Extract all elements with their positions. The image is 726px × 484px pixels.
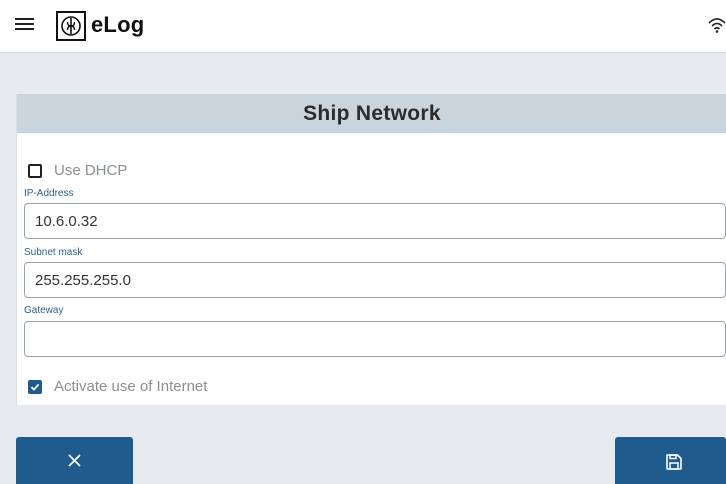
save-button[interactable]: [615, 437, 726, 484]
hamburger-menu-icon[interactable]: [15, 15, 34, 31]
ip-address-label: IP-Address: [24, 188, 74, 199]
use-dhcp-checkbox[interactable]: Use DHCP: [28, 162, 127, 179]
gateway-field[interactable]: [24, 321, 726, 357]
cancel-button[interactable]: [16, 437, 133, 484]
checkbox-box-checked[interactable]: [28, 379, 42, 394]
card-header: Ship Network: [17, 94, 726, 133]
activate-internet-label: Activate use of Internet: [54, 378, 208, 395]
wifi-icon: [708, 16, 726, 38]
subnet-mask-field[interactable]: [24, 262, 726, 298]
use-dhcp-label: Use DHCP: [54, 162, 128, 179]
close-icon: [68, 454, 81, 467]
card-title: Ship Network: [303, 101, 441, 125]
ip-address-field[interactable]: [24, 203, 726, 239]
gateway-label: Gateway: [24, 305, 64, 316]
activate-internet-checkbox[interactable]: Activate use of Internet: [28, 378, 207, 395]
floppy-disk-icon: [666, 454, 682, 470]
subnet-mask-label: Subnet mask: [24, 247, 83, 258]
top-app-bar: eLog: [0, 0, 726, 53]
ship-network-card: Ship Network Use DHCP IP-Address Subnet …: [16, 94, 726, 405]
elog-logo-icon: [56, 11, 86, 41]
checkbox-box[interactable]: [28, 163, 42, 178]
app-title: eLog: [91, 12, 145, 37]
